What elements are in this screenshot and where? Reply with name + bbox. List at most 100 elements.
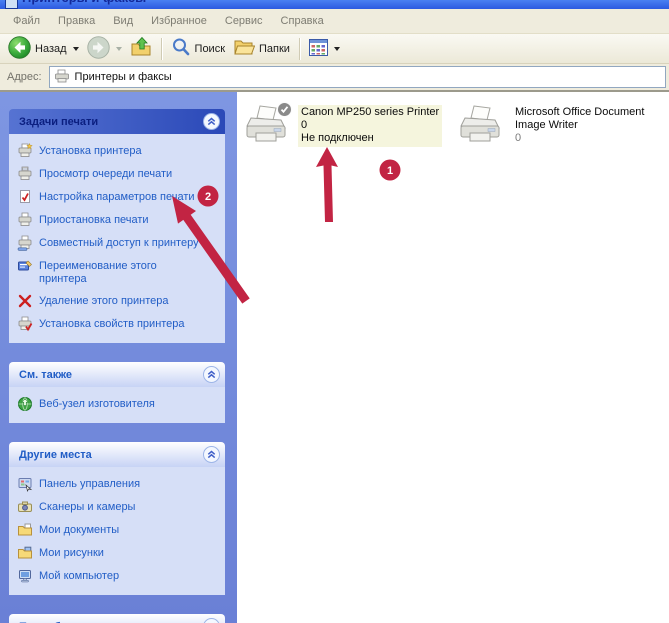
scanner-camera-icon — [17, 499, 33, 515]
menu-item-4[interactable]: Избранное — [142, 12, 216, 30]
folder-pictures-icon — [17, 545, 33, 561]
printer-add-icon — [17, 143, 33, 159]
address-value: Принтеры и факсы — [75, 71, 172, 83]
sidebar-item-label: Переименование этого принтера — [39, 258, 199, 286]
views-dropdown-icon[interactable] — [334, 47, 340, 51]
menu-item-6[interactable]: Справка — [272, 12, 333, 30]
globe-icon — [17, 396, 33, 412]
chevron-down-icon[interactable] — [203, 618, 220, 623]
panel-title: Другие места — [19, 449, 92, 461]
menu-item-2[interactable]: Правка — [49, 12, 104, 30]
window-titlebar: Принтеры и факсы — [0, 0, 669, 9]
printer-icon — [244, 105, 290, 147]
search-icon — [171, 37, 191, 61]
sidebar-panel-header[interactable]: См. также — [9, 362, 225, 387]
sidebar-item[interactable]: Установка принтера — [17, 143, 221, 159]
forward-dropdown-icon[interactable] — [116, 47, 122, 51]
sidebar-item-label: Мой компьютер — [39, 568, 119, 583]
chevron-up-icon[interactable] — [203, 113, 220, 130]
sidebar-item[interactable]: Мои документы — [17, 522, 221, 538]
sidebar-item[interactable]: Переименование этого принтера — [17, 258, 221, 286]
sidebar-item-label: Мои документы — [39, 522, 119, 537]
printer-label: Canon MP250 series Printer0Не подключен — [298, 105, 442, 147]
folder-view[interactable]: Canon MP250 series Printer0Не подключен M… — [237, 92, 669, 623]
printer-docs-count: 0 — [301, 119, 439, 132]
sidebar-item-label: Настройка параметров печати — [39, 189, 195, 204]
back-label: Назад — [35, 43, 67, 55]
rename-icon — [17, 258, 33, 274]
sidebar-item-label: Мои рисунки — [39, 545, 104, 560]
menu-item-1[interactable]: Файл — [4, 12, 49, 30]
panel-body: Веб-узел изготовителя — [9, 387, 225, 423]
printer-label: Microsoft Office Document Image Writer0 — [512, 105, 658, 147]
menu-item-3[interactable]: Вид — [104, 12, 142, 30]
sidebar-panel-header[interactable]: Задачи печати — [9, 109, 225, 134]
sidebar-item-label: Веб-узел изготовителя — [39, 396, 155, 411]
sidebar-item[interactable]: Установка свойств принтера — [17, 316, 221, 332]
sidebar-panel: Задачи печати Установка принтера Просмотр … — [9, 109, 225, 343]
sidebar-item-label: Установка свойств принтера — [39, 316, 185, 331]
sidebar-panel-header[interactable]: Подробно — [9, 614, 225, 623]
printer-props-icon — [17, 316, 33, 332]
print-queue-icon — [17, 166, 33, 182]
panel-body: Установка принтера Просмотр очереди печат… — [9, 134, 225, 343]
search-button[interactable]: Поиск — [167, 36, 229, 62]
menu-bar: ФайлПравкаВидИзбранноеСервисСправка — [0, 9, 669, 34]
sidebar-item-label: Установка принтера — [39, 143, 142, 158]
printer-tile[interactable]: Canon MP250 series Printer0Не подключен — [244, 105, 444, 147]
search-label: Поиск — [195, 43, 225, 55]
printer-list: Canon MP250 series Printer0Не подключен M… — [244, 105, 669, 147]
toolbar-separator — [161, 38, 162, 60]
sidebar-panel: Другие места Панель управления Сканеры и к… — [9, 442, 225, 595]
address-bar: Адрес: Принтеры и факсы — [0, 64, 669, 92]
task-pane-sidebar: Задачи печати Установка принтера Просмотр … — [0, 92, 237, 623]
address-label: Адрес: — [7, 71, 42, 83]
printer-pause-icon — [17, 212, 33, 228]
folder-docs-icon — [17, 522, 33, 538]
sidebar-item-label: Удаление этого принтера — [39, 293, 169, 308]
doc-check-icon — [17, 189, 33, 205]
default-printer-check-icon — [277, 102, 292, 117]
chevron-up-icon[interactable] — [203, 366, 220, 383]
printer-tile[interactable]: Microsoft Office Document Image Writer0 — [458, 105, 658, 147]
sidebar-item-label: Совместный доступ к принтеру — [39, 235, 199, 250]
printer-name: Microsoft Office Document Image Writer — [515, 106, 655, 132]
sidebar-item[interactable]: Настройка параметров печати — [17, 189, 221, 205]
panel-title: Задачи печати — [19, 116, 98, 128]
sidebar-panel: Подробно — [9, 614, 225, 623]
printer-status: Не подключен — [301, 132, 439, 145]
back-button[interactable]: Назад — [4, 35, 83, 63]
sidebar-item-label: Приостановка печати — [39, 212, 149, 227]
address-input[interactable]: Принтеры и факсы — [49, 66, 666, 88]
app-icon — [5, 0, 18, 9]
sidebar-item-label: Панель управления — [39, 476, 140, 491]
views-button[interactable] — [305, 38, 344, 60]
address-printer-icon — [54, 69, 70, 86]
sidebar-panel-header[interactable]: Другие места — [9, 442, 225, 467]
forward-button[interactable] — [83, 35, 126, 63]
chevron-up-icon[interactable] — [203, 446, 220, 463]
content-area: Задачи печати Установка принтера Просмотр … — [0, 92, 669, 623]
sidebar-item[interactable]: Совместный доступ к принтеру — [17, 235, 221, 251]
folders-icon — [233, 37, 255, 60]
toolbar: Назад Поиск Папки — [0, 34, 669, 64]
panel-body: Панель управления Сканеры и камеры Мои док… — [9, 467, 225, 595]
folders-button[interactable]: Папки — [229, 36, 294, 61]
sidebar-item[interactable]: Просмотр очереди печати — [17, 166, 221, 182]
sidebar-item[interactable]: Панель управления — [17, 476, 221, 492]
sidebar-item[interactable]: Мой компьютер — [17, 568, 221, 584]
back-dropdown-icon[interactable] — [73, 47, 79, 51]
printer-share-icon — [17, 235, 33, 251]
sidebar-panel: См. также Веб-узел изготовителя — [9, 362, 225, 423]
menu-item-5[interactable]: Сервис — [216, 12, 272, 30]
sidebar-item[interactable]: Приостановка печати — [17, 212, 221, 228]
toolbar-separator — [299, 38, 300, 60]
up-button[interactable] — [126, 35, 156, 62]
sidebar-item[interactable]: Сканеры и камеры — [17, 499, 221, 515]
sidebar-item[interactable]: Удаление этого принтера — [17, 293, 221, 309]
forward-icon — [87, 36, 110, 62]
sidebar-item[interactable]: Веб-узел изготовителя — [17, 396, 221, 412]
sidebar-item-label: Сканеры и камеры — [39, 499, 135, 514]
sidebar-item[interactable]: Мои рисунки — [17, 545, 221, 561]
printer-docs-count: 0 — [515, 132, 655, 145]
